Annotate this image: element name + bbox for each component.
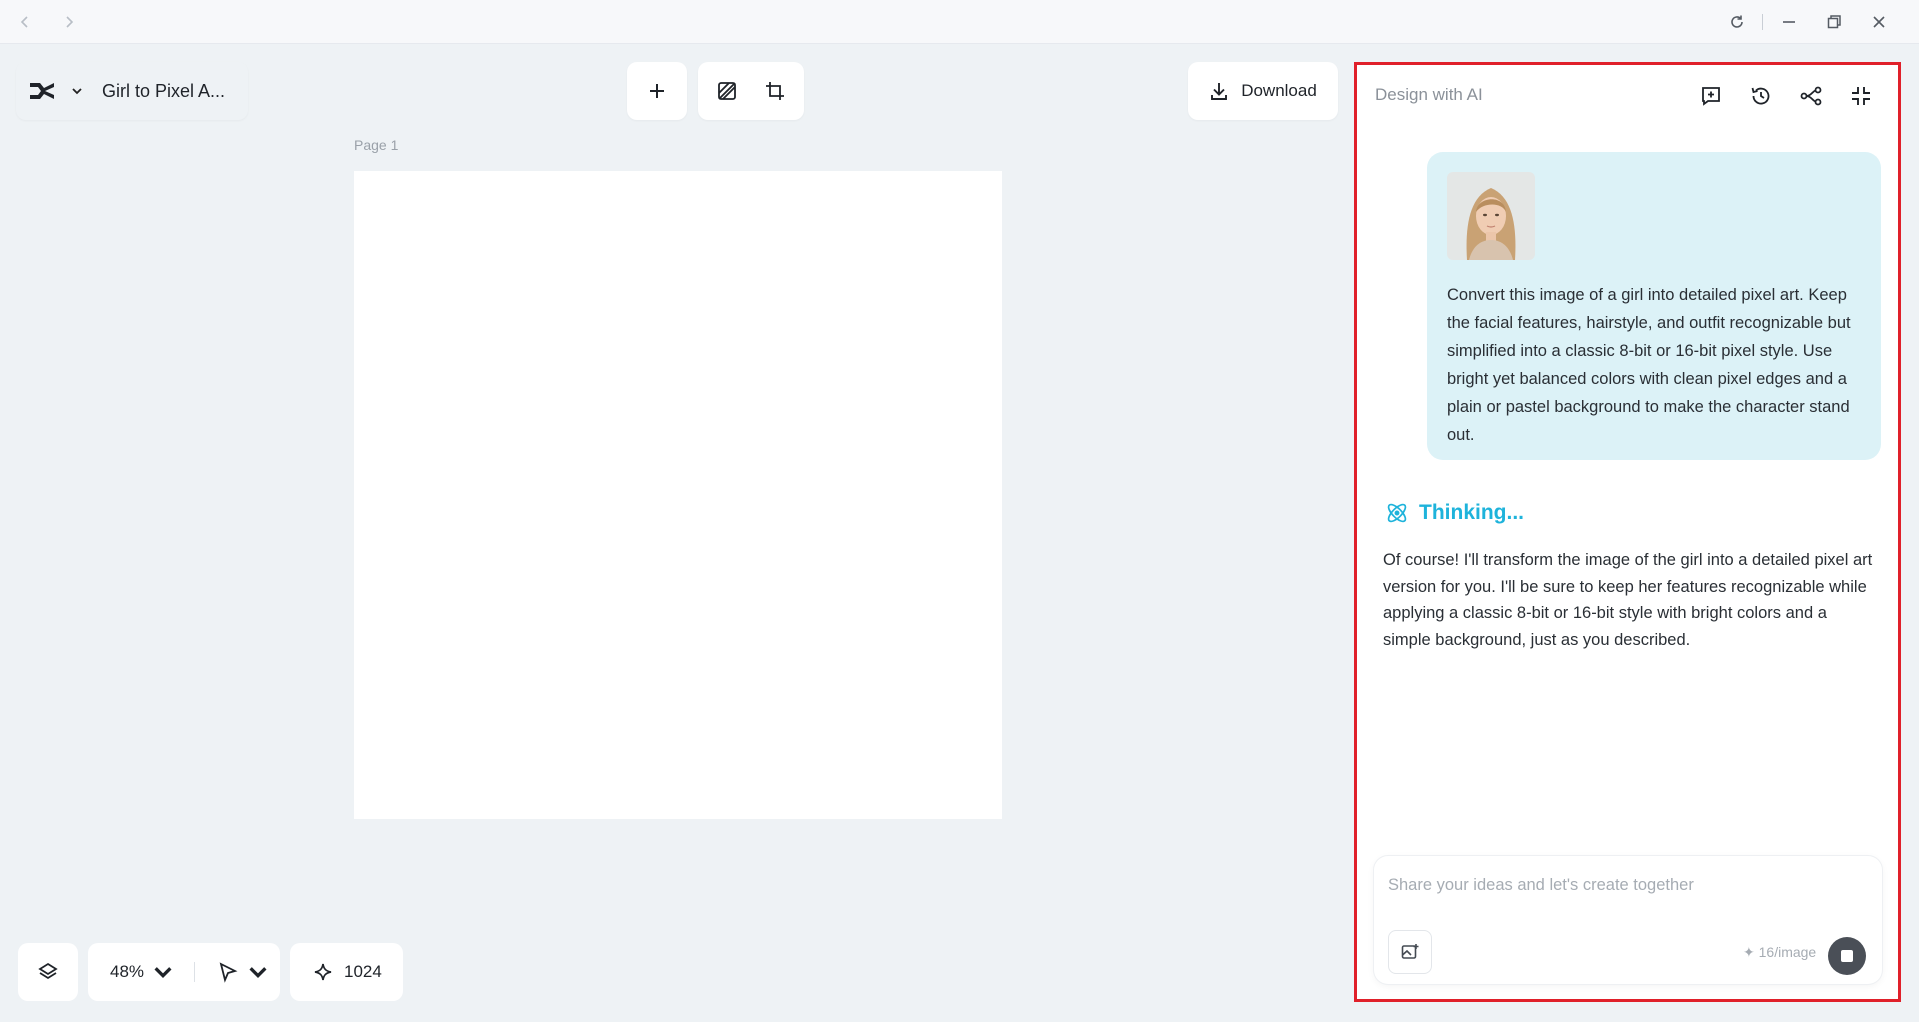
- layers-button[interactable]: [18, 943, 78, 1001]
- plus-icon: [650, 84, 664, 98]
- restore-icon[interactable]: [1821, 10, 1847, 34]
- credits-button[interactable]: 1024: [290, 943, 403, 1001]
- project-menu[interactable]: Girl to Pixel A...: [16, 62, 248, 120]
- new-chat-icon[interactable]: [1698, 83, 1724, 109]
- collapse-icon[interactable]: [1848, 83, 1874, 109]
- layers-icon: [38, 962, 58, 980]
- history-icon[interactable]: [1748, 83, 1774, 109]
- sparkle-icon: [314, 963, 332, 981]
- zoom-pointer-group: 48%: [88, 943, 280, 1001]
- image-upload-icon: [1401, 944, 1419, 959]
- add-element-button[interactable]: [627, 62, 687, 120]
- zoom-chevron-down-icon[interactable]: [152, 961, 174, 983]
- divider: [194, 962, 196, 982]
- user-message-bubble: Convert this image of a girl into detail…: [1427, 152, 1881, 460]
- chevron-down-icon[interactable]: [70, 84, 84, 98]
- user-uploaded-image[interactable]: [1447, 172, 1535, 260]
- close-icon[interactable]: [1866, 10, 1892, 34]
- app-logo-icon: [30, 83, 54, 99]
- thinking-label: Thinking...: [1419, 501, 1524, 524]
- download-label: Download: [1241, 81, 1317, 100]
- design-canvas[interactable]: [354, 171, 1002, 819]
- cost-per-image: ✦ 16/image: [1743, 944, 1817, 960]
- pointer-chevron-down-icon[interactable]: [247, 961, 269, 983]
- window-titlebar: [0, 0, 1919, 44]
- stop-icon: [1841, 950, 1853, 962]
- share-icon[interactable]: [1798, 83, 1824, 109]
- user-message-text: Convert this image of a girl into detail…: [1447, 286, 1851, 444]
- canvas-tools-group: [698, 62, 804, 120]
- design-with-ai-panel: Design with AI Convert this image of a g…: [1354, 62, 1901, 1002]
- ai-panel-title: Design with AI: [1375, 85, 1483, 104]
- prompt-composer: ✦ 16/image: [1374, 856, 1882, 984]
- page-label: Page 1: [354, 137, 399, 153]
- ai-reply-text: Of course! I'll transform the image of t…: [1383, 551, 1873, 649]
- resize-icon[interactable]: [764, 80, 786, 102]
- download-button[interactable]: Download: [1188, 62, 1338, 120]
- thinking-indicator: Thinking...: [1383, 499, 1524, 527]
- stop-generation-button[interactable]: [1828, 937, 1866, 975]
- credits-count: 1024: [344, 962, 382, 981]
- minimize-icon[interactable]: [1776, 10, 1802, 34]
- atom-icon: [1387, 503, 1407, 523]
- background-icon[interactable]: [716, 80, 738, 102]
- zoom-level[interactable]: 48%: [110, 962, 144, 982]
- prompt-input[interactable]: [1388, 870, 1858, 900]
- chevron-left-icon[interactable]: [12, 10, 38, 34]
- refresh-icon[interactable]: [1724, 10, 1750, 34]
- project-title[interactable]: Girl to Pixel A...: [102, 81, 225, 102]
- pointer-icon[interactable]: [217, 961, 239, 983]
- download-icon: [1211, 83, 1228, 100]
- titlebar-divider: [1762, 14, 1763, 30]
- chevron-right-icon[interactable]: [56, 10, 82, 34]
- upload-image-button[interactable]: [1388, 930, 1432, 974]
